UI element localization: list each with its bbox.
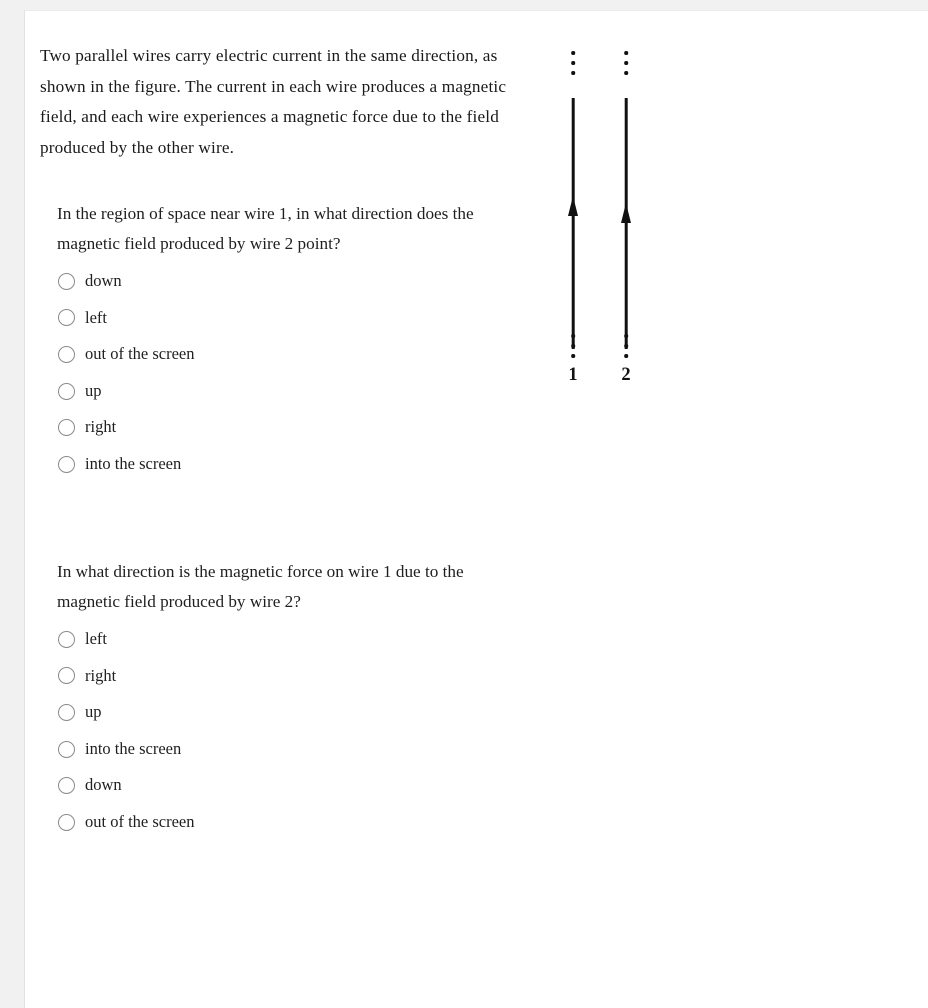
option-q1-into-the-screen[interactable]: into the screen <box>57 446 517 483</box>
option-q1-down[interactable]: down <box>57 263 517 300</box>
option-label: left <box>85 629 107 649</box>
option-q2-up[interactable]: up <box>57 694 517 731</box>
radio-button-icon[interactable] <box>58 309 75 327</box>
radio-button-icon[interactable] <box>58 777 75 795</box>
option-label: into the screen <box>85 454 182 474</box>
option-q2-right[interactable]: right <box>57 658 517 695</box>
wire-2-bottom-dots-icon <box>624 334 628 358</box>
radio-button-icon[interactable] <box>58 272 75 290</box>
option-q2-left[interactable]: left <box>57 621 517 658</box>
option-q2-out-of-the-screen[interactable]: out of the screen <box>57 804 517 841</box>
option-label: out of the screen <box>85 344 195 364</box>
intro-paragraph: Two parallel wires carry electric curren… <box>40 46 507 157</box>
option-q1-up[interactable]: up <box>57 373 517 410</box>
option-q1-out-of-the-screen[interactable]: out of the screen <box>57 336 517 373</box>
question-1-options: down left out of the screen up right int… <box>57 263 517 483</box>
question-2-text: In what direction is the magnetic force … <box>57 562 464 611</box>
wire-2-diagram: 2 <box>606 31 646 401</box>
wire-1-top-dots-icon <box>571 51 575 75</box>
option-label: out of the screen <box>85 812 195 832</box>
option-label: up <box>85 702 102 722</box>
wire-1-current-arrow-icon <box>568 196 578 216</box>
radio-button-icon[interactable] <box>58 667 75 685</box>
option-label: right <box>85 665 117 685</box>
option-label: down <box>85 775 122 795</box>
option-label: up <box>85 380 102 400</box>
parallel-wires-figure: 1 2 <box>525 31 705 401</box>
question-2-options: left right up into the screen down out o… <box>57 621 517 841</box>
wire-1-label: 1 <box>568 365 578 385</box>
radio-button-icon[interactable] <box>58 813 75 831</box>
wire-1-line <box>571 98 575 349</box>
content-card: Two parallel wires carry electric curren… <box>24 10 928 1008</box>
wire-2-top-dots-icon <box>624 51 628 75</box>
option-q1-right[interactable]: right <box>57 409 517 446</box>
wire-2-line <box>624 98 628 349</box>
option-label: into the screen <box>85 738 182 758</box>
option-q1-left[interactable]: left <box>57 300 517 337</box>
option-label: down <box>85 271 122 291</box>
question-block-2: In what direction is the magnetic force … <box>57 557 517 841</box>
wire-1-diagram: 1 <box>553 31 593 401</box>
radio-button-icon[interactable] <box>58 345 75 363</box>
radio-button-icon[interactable] <box>58 419 75 437</box>
wire-1-bottom-dots-icon <box>571 334 575 358</box>
radio-button-icon[interactable] <box>58 740 75 758</box>
radio-button-icon[interactable] <box>58 455 75 473</box>
option-q2-into-the-screen[interactable]: into the screen <box>57 731 517 768</box>
option-label: right <box>85 417 117 437</box>
question-block-1: In the region of space near wire 1, in w… <box>57 199 517 483</box>
wire-2-label: 2 <box>621 365 631 385</box>
radio-button-icon[interactable] <box>58 703 75 721</box>
radio-button-icon[interactable] <box>58 382 75 400</box>
radio-button-icon[interactable] <box>58 630 75 648</box>
option-label: left <box>85 307 107 327</box>
question-1-text: In the region of space near wire 1, in w… <box>57 204 474 253</box>
wire-2-current-arrow-icon <box>621 203 631 223</box>
option-q2-down[interactable]: down <box>57 767 517 804</box>
